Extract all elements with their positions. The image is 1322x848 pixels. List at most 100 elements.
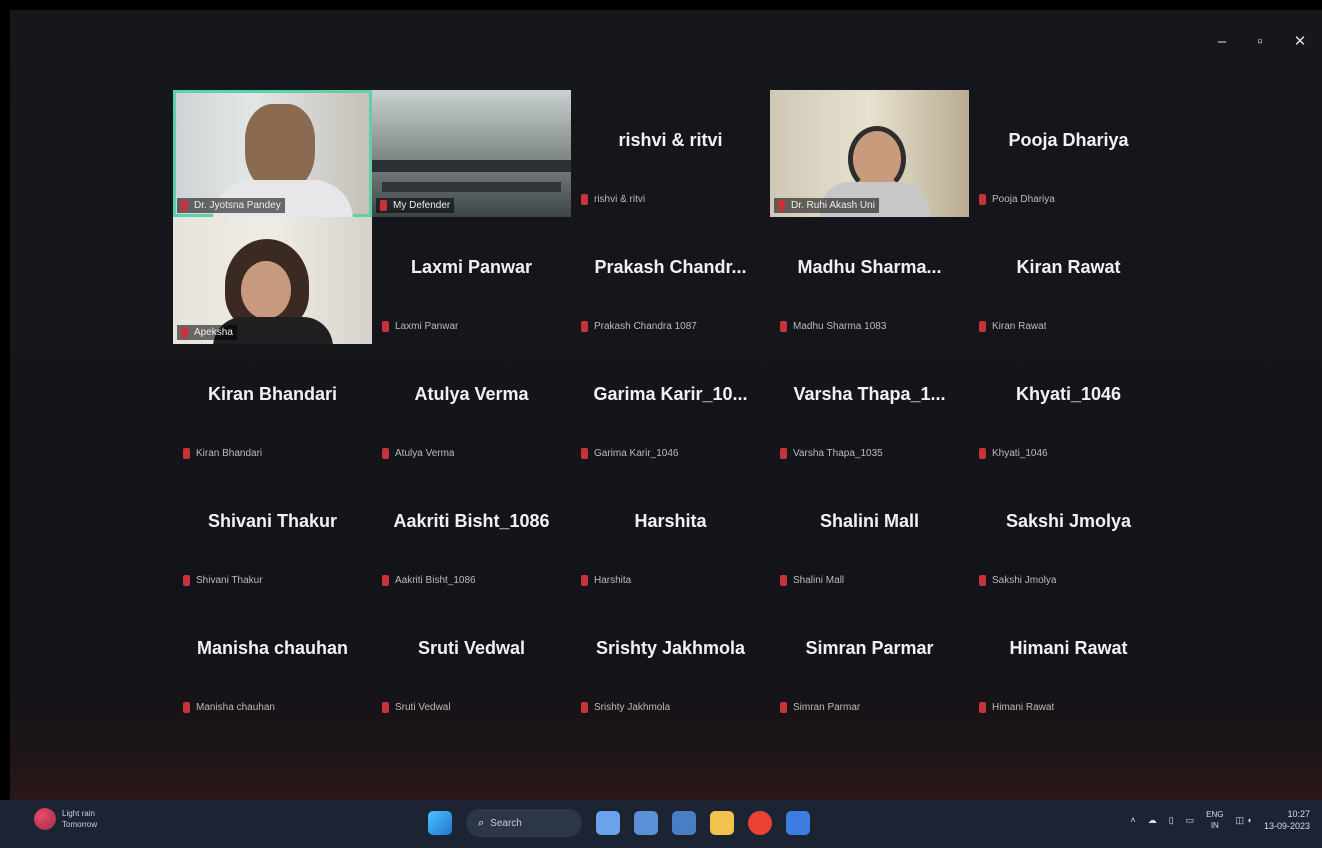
participant-label-text: Sruti Vedwal: [395, 702, 451, 713]
participant-tile[interactable]: Sruti Vedwal Sruti Vedwal: [372, 598, 571, 725]
participant-label-text: My Defender: [393, 200, 451, 211]
chrome-app-icon[interactable]: [748, 811, 772, 835]
participant-tile[interactable]: Madhu Sharma... Madhu Sharma 1083: [770, 217, 969, 344]
mic-muted-icon: [581, 575, 588, 586]
participant-tile[interactable]: Kiran Rawat Kiran Rawat: [969, 217, 1168, 344]
mic-muted-icon: [979, 321, 986, 332]
mic-muted-icon: [183, 448, 190, 459]
participant-tile[interactable]: Dr. Ruhi Akash Uni: [770, 90, 969, 217]
participant-tile[interactable]: Atulya Verma Atulya Verma: [372, 344, 571, 471]
participant-label-text: Harshita: [594, 575, 632, 586]
participant-tile[interactable]: Kiran Bhandari Kiran Bhandari: [173, 344, 372, 471]
minimize-button[interactable]: –: [1212, 32, 1232, 52]
mic-muted-icon: [382, 448, 389, 459]
participant-tile[interactable]: Dr. Jyotsna Pandey: [173, 90, 372, 217]
clock-date: 13-09-2023: [1263, 821, 1310, 831]
participant-tile[interactable]: Khyati_1046 Khyati_1046: [969, 344, 1168, 471]
participant-label-text: rishvi & ritvi: [594, 194, 646, 205]
widgets-app-icon[interactable]: [596, 811, 620, 835]
participant-label-text: Dr. Ruhi Akash Uni: [791, 200, 875, 211]
start-button[interactable]: [428, 811, 452, 835]
participant-label-text: Sakshi Jmolya: [992, 575, 1057, 586]
participant-tile[interactable]: Himani Rawat Himani Rawat: [969, 598, 1168, 725]
weather-widget[interactable]: Light rain Tomorrow: [34, 808, 97, 830]
participant-tile[interactable]: Prakash Chandr... Prakash Chandra 1087: [571, 217, 770, 344]
meeting-app-icon[interactable]: [672, 811, 696, 835]
participant-name-label: Varsha Thapa_1035: [780, 448, 883, 459]
participant-name-label: Shalini Mall: [780, 575, 844, 586]
wifi-speaker-icon[interactable]: ◫ ◖: [1236, 815, 1252, 826]
meeting-window: – ▫ ✕ Dr. Jyotsna Pandey My Defender rishv…: [10, 10, 1322, 800]
folder-app-icon[interactable]: [710, 811, 734, 835]
participant-label-text: Shivani Thakur: [196, 575, 263, 586]
taskbar-center: ⌕ Search: [428, 809, 810, 837]
participant-name-label: Manisha chauhan: [183, 702, 275, 713]
weather-forecast: Tomorrow: [62, 820, 98, 829]
participant-tile[interactable]: Apeksha: [173, 217, 372, 344]
participant-label-text: Garima Karir_1046: [594, 448, 679, 459]
search-icon: ⌕: [478, 816, 485, 829]
display-icon[interactable]: ▭: [1186, 815, 1195, 826]
weather-condition: Light rain: [62, 809, 95, 818]
participant-tile[interactable]: Srishty Jakhmola Srishty Jakhmola: [571, 598, 770, 725]
participant-tile[interactable]: Shivani Thakur Shivani Thakur: [173, 471, 372, 598]
language-indicator[interactable]: ENG IN: [1206, 809, 1223, 831]
video-feed-shape: [372, 160, 571, 172]
participant-name-label: Dr. Ruhi Akash Uni: [774, 198, 879, 213]
participant-label-text: Shalini Mall: [793, 575, 845, 586]
mic-muted-icon: [780, 448, 787, 459]
mic-muted-icon: [581, 321, 588, 332]
participant-tile[interactable]: Garima Karir_10... Garima Karir_1046: [571, 344, 770, 471]
participant-name-label: Kiran Rawat: [979, 321, 1046, 332]
mic-muted-icon: [581, 448, 588, 459]
participant-label-text: Manisha chauhan: [196, 702, 275, 713]
participant-tile[interactable]: Harshita Harshita: [571, 471, 770, 598]
taskbar-search[interactable]: ⌕ Search: [466, 809, 582, 837]
video-feed-shape: [245, 104, 315, 192]
mic-muted-icon: [979, 448, 986, 459]
participant-tile[interactable]: Sakshi Jmolya Sakshi Jmolya: [969, 471, 1168, 598]
maximize-button[interactable]: ▫: [1250, 32, 1270, 52]
participant-label-text: Aakriti Bisht_1086: [395, 575, 476, 586]
battery-icon[interactable]: ▯: [1169, 815, 1174, 826]
mic-muted-icon: [382, 321, 389, 332]
mic-muted-icon: [181, 327, 188, 338]
video-feed-shape: [382, 182, 561, 192]
clock-time: 10:27: [1287, 809, 1310, 819]
participant-label-text: Kiran Rawat: [992, 321, 1047, 332]
mic-muted-icon: [382, 702, 389, 713]
mic-muted-icon: [778, 200, 785, 211]
participant-name-label: Dr. Jyotsna Pandey: [177, 198, 285, 213]
clock[interactable]: 10:27 13-09-2023: [1264, 808, 1310, 832]
participant-tile[interactable]: rishvi & ritvi rishvi & ritvi: [571, 90, 770, 217]
mic-muted-icon: [581, 194, 588, 205]
participant-name-label: Sakshi Jmolya: [979, 575, 1056, 586]
participant-tile[interactable]: Laxmi Panwar Laxmi Panwar: [372, 217, 571, 344]
participant-label-text: Varsha Thapa_1035: [793, 448, 883, 459]
participant-name-label: Simran Parmar: [780, 702, 860, 713]
mic-muted-icon: [183, 575, 190, 586]
cloud-icon[interactable]: ☁: [1148, 815, 1157, 826]
participant-label-text: Dr. Jyotsna Pandey: [194, 200, 281, 211]
lang-code: ENG: [1206, 810, 1224, 819]
participant-tile[interactable]: Shalini Mall Shalini Mall: [770, 471, 969, 598]
participant-name-label: Kiran Bhandari: [183, 448, 262, 459]
participant-name-label: Sruti Vedwal: [382, 702, 451, 713]
participant-tile[interactable]: Aakriti Bisht_1086 Aakriti Bisht_1086: [372, 471, 571, 598]
participant-tile[interactable]: My Defender: [372, 90, 571, 217]
mic-muted-icon: [380, 200, 387, 211]
participant-label-text: Srishty Jakhmola: [594, 702, 671, 713]
participant-name-label: Srishty Jakhmola: [581, 702, 670, 713]
system-tray: ˄ ☁ ▯ ▭ ENG IN ◫ ◖ 10:27 13-09-2023: [1130, 808, 1310, 832]
chevron-up-icon[interactable]: ˄: [1130, 815, 1135, 825]
participant-tile[interactable]: Manisha chauhan Manisha chauhan: [173, 598, 372, 725]
participant-tile[interactable]: Simran Parmar Simran Parmar: [770, 598, 969, 725]
participant-label-text: Kiran Bhandari: [196, 448, 263, 459]
file-manager-app-icon[interactable]: [634, 811, 658, 835]
participant-tile[interactable]: Pooja Dhariya Pooja Dhariya: [969, 90, 1168, 217]
participant-name-label: Harshita: [581, 575, 631, 586]
close-button[interactable]: ✕: [1290, 32, 1310, 52]
outlook-app-icon[interactable]: [786, 811, 810, 835]
participant-tile[interactable]: Varsha Thapa_1... Varsha Thapa_1035: [770, 344, 969, 471]
mic-muted-icon: [181, 200, 188, 211]
